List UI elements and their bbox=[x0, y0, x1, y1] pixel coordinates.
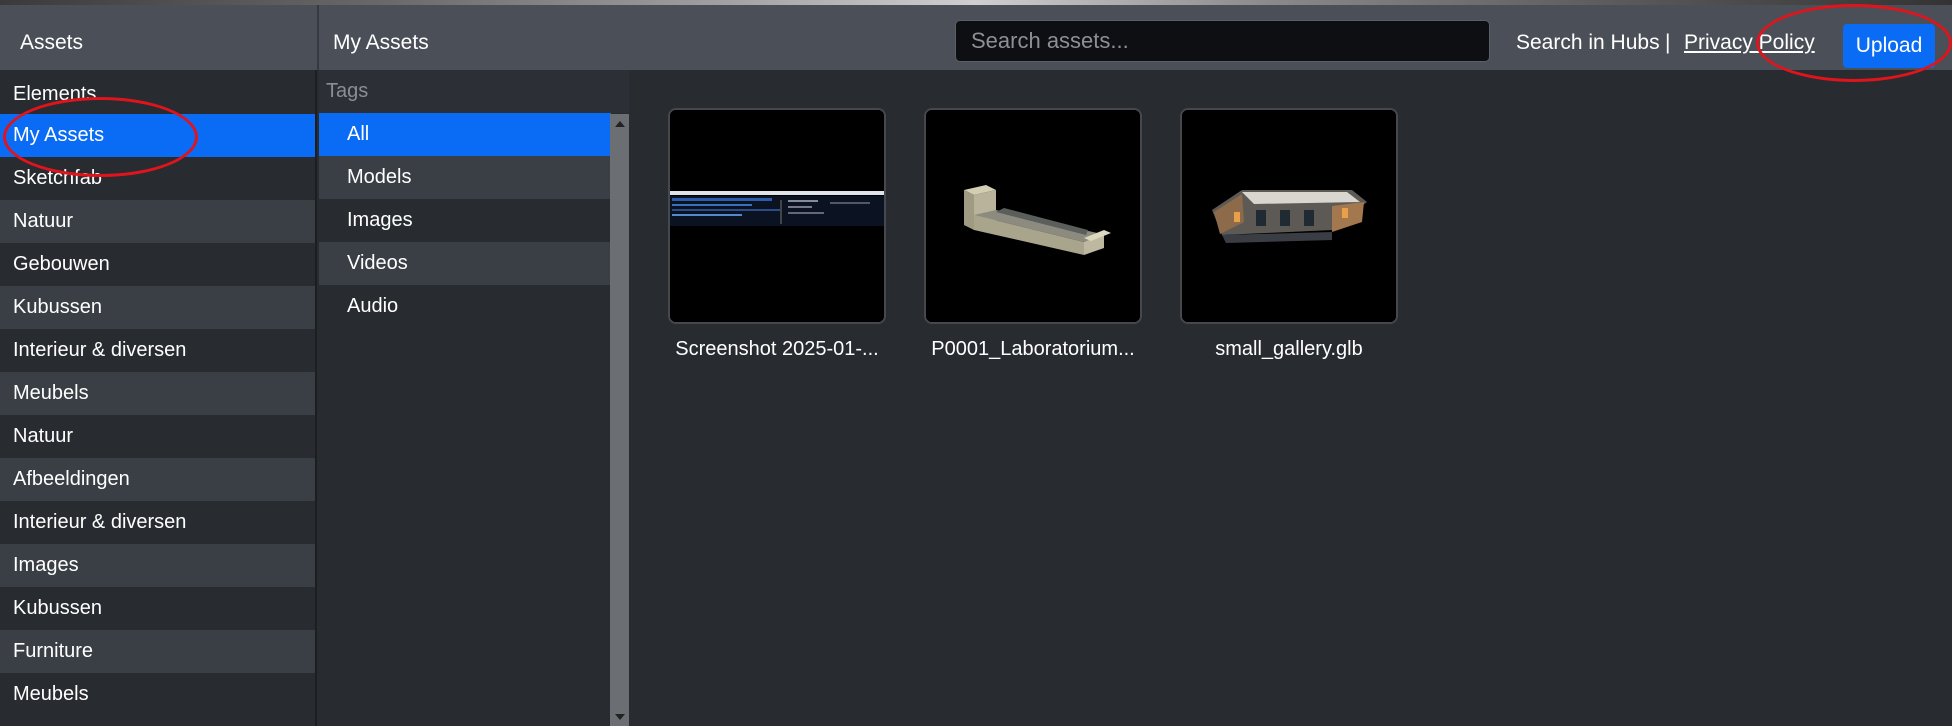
sidebar-item-images[interactable]: Images bbox=[0, 544, 315, 587]
sidebar-item-meubels-2[interactable]: Meubels bbox=[0, 673, 315, 716]
asset-grid: Screenshot 2025-01-... P0001_Laboratoriu… bbox=[630, 70, 1952, 726]
tag-models[interactable]: Models bbox=[319, 156, 611, 199]
tag-videos[interactable]: Videos bbox=[319, 242, 611, 285]
scroll-down-icon[interactable] bbox=[615, 714, 625, 720]
tag-audio[interactable]: Audio bbox=[319, 285, 611, 328]
asset-name: P0001_Laboratorium... bbox=[931, 338, 1135, 360]
tags-scrollbar[interactable] bbox=[610, 114, 629, 726]
privacy-policy-link[interactable]: Privacy Policy bbox=[1684, 31, 1815, 55]
sidebar-item-afbeeldingen[interactable]: Afbeeldingen bbox=[0, 458, 315, 501]
sidebar-item-elements[interactable]: Elements bbox=[0, 70, 315, 114]
sidebar-item-gebouwen[interactable]: Gebouwen bbox=[0, 243, 315, 286]
page-title: My Assets bbox=[333, 31, 429, 54]
tags-heading: Tags bbox=[319, 70, 629, 113]
search-in-hubs-link[interactable]: Search in Hubs bbox=[1516, 31, 1660, 55]
sidebar-item-my-assets[interactable]: My Assets bbox=[0, 114, 315, 157]
screenshot-thumbnail-icon[interactable] bbox=[668, 108, 886, 324]
search-input[interactable] bbox=[955, 20, 1490, 62]
tag-images[interactable]: Images bbox=[319, 199, 611, 242]
asset-source-sidebar: Elements My Assets Sketchfab Natuur Gebo… bbox=[0, 70, 317, 726]
scroll-up-icon[interactable] bbox=[615, 121, 625, 127]
building-model-thumbnail-icon[interactable] bbox=[924, 108, 1142, 324]
header-divider bbox=[317, 5, 319, 70]
sidebar-item-kubussen[interactable]: Kubussen bbox=[0, 286, 315, 329]
header-separator: | bbox=[1665, 31, 1671, 54]
upload-button[interactable]: Upload bbox=[1843, 24, 1935, 68]
asset-name: Screenshot 2025-01-... bbox=[675, 338, 879, 360]
sidebar-item-natuur-2[interactable]: Natuur bbox=[0, 415, 315, 458]
sidebar-item-sketchfab[interactable]: Sketchfab bbox=[0, 157, 315, 200]
assets-heading: Assets bbox=[20, 31, 84, 54]
asset-card[interactable]: small_gallery.glb bbox=[1180, 108, 1398, 361]
asset-card[interactable]: P0001_Laboratorium... bbox=[924, 108, 1142, 361]
tags-panel: Tags All Models Images Videos Audio bbox=[319, 70, 629, 726]
sidebar-item-interieur-diversen-2[interactable]: Interieur & diversen bbox=[0, 501, 315, 544]
sidebar-item-interieur-diversen[interactable]: Interieur & diversen bbox=[0, 329, 315, 372]
asset-card[interactable]: Screenshot 2025-01-... bbox=[668, 108, 886, 361]
sidebar-item-kubussen-2[interactable]: Kubussen bbox=[0, 587, 315, 630]
sidebar-item-meubels[interactable]: Meubels bbox=[0, 372, 315, 415]
tag-all[interactable]: All bbox=[319, 113, 611, 156]
header-bar: Assets My Assets Search in Hubs | Privac… bbox=[0, 5, 1952, 70]
asset-name: small_gallery.glb bbox=[1215, 338, 1363, 360]
sidebar-item-furniture[interactable]: Furniture bbox=[0, 630, 315, 673]
gallery-model-thumbnail-icon[interactable] bbox=[1180, 108, 1398, 324]
sidebar-item-natuur[interactable]: Natuur bbox=[0, 200, 315, 243]
